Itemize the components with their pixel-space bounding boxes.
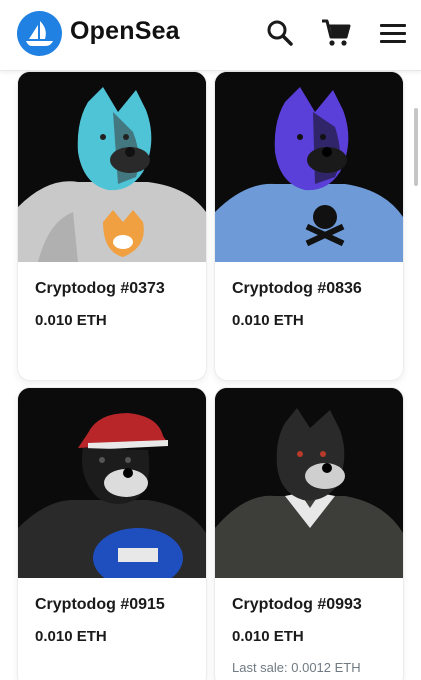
nft-image[interactable]: [18, 388, 206, 588]
nft-image[interactable]: [215, 72, 403, 262]
nft-name: Cryptodog #0993: [232, 596, 362, 613]
nft-card[interactable]: Cryptodog #0836 0.010 ETH: [215, 72, 403, 380]
nft-name: Cryptodog #0915: [35, 596, 165, 613]
nft-price: 0.010 ETH: [232, 628, 304, 645]
nft-price: 0.010 ETH: [35, 312, 107, 329]
brand-name[interactable]: OpenSea: [70, 17, 180, 46]
nft-name: Cryptodog #0836: [232, 280, 362, 297]
search-icon: [267, 20, 293, 46]
cart-button[interactable]: [318, 15, 354, 51]
hamburger-menu-icon: [380, 24, 406, 43]
page-scrollbar[interactable]: [414, 108, 418, 186]
cart-icon: [322, 19, 351, 46]
nft-card[interactable]: Cryptodog #0993 0.010 ETH Last sale: 0.0…: [215, 388, 403, 680]
menu-button[interactable]: [375, 15, 411, 51]
opensea-logo-icon[interactable]: [17, 11, 62, 56]
nft-image[interactable]: [215, 388, 403, 578]
search-button[interactable]: [262, 15, 298, 51]
nft-last-sale: Last sale: 0.0012 ETH: [232, 660, 361, 675]
nft-price: 0.010 ETH: [35, 628, 107, 645]
nft-grid: Cryptodog #0373 0.010 ETH Cryptodog #083…: [0, 70, 421, 680]
nft-name: Cryptodog #0373: [35, 280, 165, 297]
nft-card[interactable]: Cryptodog #0373 0.010 ETH: [18, 72, 206, 380]
nft-price: 0.010 ETH: [232, 312, 304, 329]
nft-image[interactable]: [18, 72, 206, 262]
top-navbar: OpenSea: [0, 0, 421, 71]
nft-card[interactable]: Cryptodog #0915 0.010 ETH: [18, 388, 206, 680]
